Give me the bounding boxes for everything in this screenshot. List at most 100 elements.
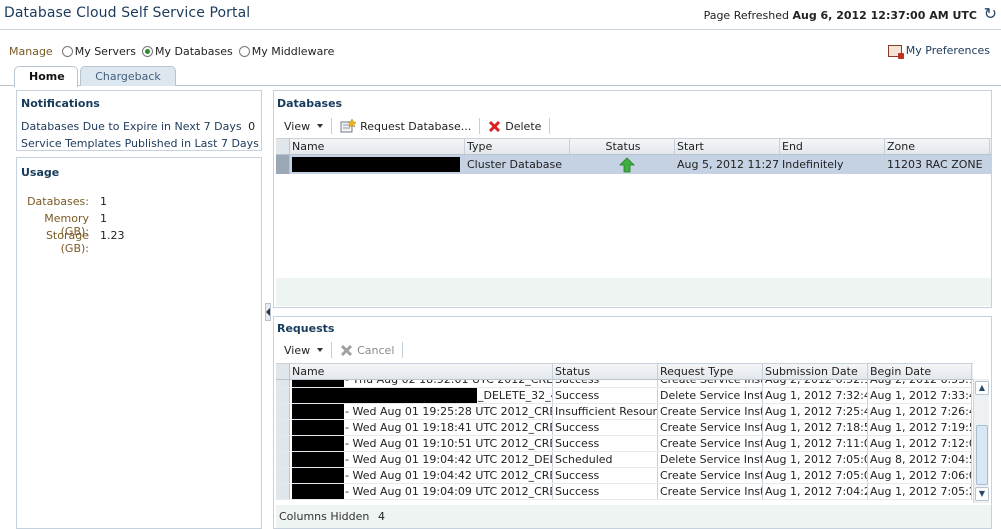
- db-start-cell: Aug 5, 2012 11:27:28: [675, 155, 780, 174]
- request-name-cell[interactable]: _DELETE_32_45: [290, 388, 553, 403]
- refresh-icon[interactable]: ↻: [984, 6, 997, 22]
- request-status-cell: Success: [553, 420, 658, 435]
- table-header-row: Name Type Status Start End Zone: [276, 139, 991, 155]
- column-header-name[interactable]: Name: [290, 364, 553, 379]
- request-name-cell[interactable]: - Wed Aug 01 19:18:41 UTC 2012_CREATE_: [290, 420, 553, 435]
- request-status-cell: Success: [553, 468, 658, 483]
- row-selector[interactable]: [276, 468, 290, 483]
- databases-panel: Databases View Request Database... Delet…: [273, 90, 992, 308]
- redacted-name: [292, 468, 344, 483]
- notification-label[interactable]: Databases Due to Expire in Next 7 Days: [21, 120, 242, 133]
- column-header-request-type[interactable]: Request Type: [658, 364, 763, 379]
- request-name: - Wed Aug 01 19:04:42 UTC 2012_CREATE_: [345, 469, 552, 482]
- redacted-name: [292, 452, 344, 467]
- select-all-cell[interactable]: [276, 364, 290, 379]
- request-status-cell: Insufficient Resource: [555, 404, 658, 419]
- requests-scrollbar[interactable]: ▲ ▼: [973, 379, 989, 503]
- collapse-arrow-icon[interactable]: [266, 308, 270, 316]
- begin-date-cell: Aug 1, 2012 7:33:46: [870, 388, 972, 403]
- table-row[interactable]: Cluster Database Aug 5, 2012 11:27:28 In…: [276, 155, 991, 174]
- column-header-status[interactable]: Status: [553, 364, 658, 379]
- row-selector[interactable]: [276, 155, 290, 174]
- column-header-submission-date[interactable]: Submission Date: [763, 364, 868, 379]
- usage-value: 1.23: [100, 229, 125, 242]
- request-name-cell[interactable]: - Wed Aug 01 19:04:42 UTC 2012_CREATE_: [290, 468, 553, 483]
- cancel-button[interactable]: Cancel: [332, 340, 402, 360]
- db-name-cell[interactable]: [290, 155, 465, 174]
- delete-label: Delete: [505, 119, 542, 133]
- request-database-label: Request Database...: [360, 119, 472, 133]
- begin-date-cell: Aug 8, 2012 7:04:54: [870, 452, 972, 467]
- view-menu-button[interactable]: View: [276, 116, 331, 136]
- requests-table: Name Status Request Type Submission Date…: [276, 363, 973, 502]
- column-header-zone[interactable]: Zone: [885, 139, 990, 154]
- request-name-cell[interactable]: - Wed Aug 01 19:04:09 UTC 2012_CREATE_: [290, 484, 553, 499]
- delete-button[interactable]: Delete: [480, 116, 549, 136]
- request-type-cell: Create Service Instan: [658, 420, 763, 435]
- select-all-cell[interactable]: [276, 139, 290, 154]
- submission-date-cell: Aug 1, 2012 7:11:04: [765, 436, 868, 451]
- table-row[interactable]: - Wed Aug 01 19:04:42 UTC 2012_DELETE_Sc…: [276, 452, 973, 468]
- refresh-time: Aug 6, 2012 12:37:00 AM UTC: [792, 9, 977, 22]
- usage-panel: Usage Databases: 1 Memory (GB): 1 Storag…: [16, 157, 262, 529]
- scrollbar-thumb[interactable]: [976, 425, 988, 485]
- preferences-label[interactable]: My Preferences: [906, 44, 990, 57]
- view-menu-button[interactable]: View: [276, 340, 331, 360]
- row-selector[interactable]: [276, 484, 290, 499]
- request-database-button[interactable]: Request Database...: [332, 116, 479, 136]
- table-row[interactable]: - Wed Aug 01 19:25:28 UTC 2012_CREATE_In…: [276, 404, 973, 420]
- db-end-cell: Indefinitely: [780, 155, 885, 174]
- table-row[interactable]: - Thu Aug 02 18:52:01 UTC 2012_CREATE_Su…: [276, 380, 973, 388]
- redacted-name: [292, 388, 477, 403]
- request-name-cell[interactable]: - Thu Aug 02 18:52:01 UTC 2012_CREATE_: [290, 380, 553, 387]
- status-up-arrow-icon: [619, 157, 635, 173]
- table-row[interactable]: - Wed Aug 01 19:18:41 UTC 2012_CREATE_Su…: [276, 420, 973, 436]
- request-name-cell[interactable]: - Wed Aug 01 19:10:51 UTC 2012_CREATE_: [290, 436, 553, 451]
- table-row[interactable]: _DELETE_32_45SuccessDelete Service Insta…: [276, 388, 973, 404]
- row-selector[interactable]: [276, 388, 290, 403]
- request-name-cell[interactable]: - Wed Aug 01 19:04:42 UTC 2012_DELETE_: [290, 452, 553, 467]
- radio-icon[interactable]: [238, 45, 250, 57]
- row-selector[interactable]: [276, 404, 290, 419]
- databases-table: Name Type Status Start End Zone Cluster …: [276, 138, 991, 174]
- my-preferences-link[interactable]: My Preferences: [887, 44, 990, 59]
- redacted-name: [292, 436, 344, 451]
- column-header-start[interactable]: Start: [675, 139, 780, 154]
- notification-item[interactable]: Service Templates Published in Last 7 Da…: [21, 137, 261, 150]
- column-header-status[interactable]: Status: [570, 139, 675, 154]
- app-title: Database Cloud Self Service Portal: [4, 5, 251, 21]
- table-row[interactable]: - Wed Aug 01 19:04:09 UTC 2012_CREATE_Su…: [276, 484, 973, 500]
- scroll-down-icon[interactable]: ▼: [975, 487, 989, 501]
- scroll-up-icon[interactable]: ▲: [975, 381, 989, 395]
- table-row[interactable]: - Wed Aug 01 19:04:42 UTC 2012_CREATE_Su…: [276, 468, 973, 484]
- column-header-name[interactable]: Name: [290, 139, 465, 154]
- request-name: - Wed Aug 01 19:04:42 UTC 2012_DELETE_: [345, 453, 552, 466]
- toolbar-divider: [402, 342, 404, 358]
- tab-chargeback[interactable]: Chargeback: [80, 66, 176, 86]
- usage-value: 1: [100, 212, 107, 225]
- radio-icon[interactable]: [61, 45, 73, 57]
- request-status-cell: Success: [553, 380, 658, 387]
- column-header-type[interactable]: Type: [465, 139, 570, 154]
- row-selector[interactable]: [276, 452, 290, 467]
- row-selector[interactable]: [276, 436, 290, 451]
- begin-date-cell: Aug 1, 2012 7:26:41: [870, 404, 972, 419]
- table-row[interactable]: - Wed Aug 01 19:10:51 UTC 2012_CREATE_Su…: [276, 436, 973, 452]
- usage-label: Databases:: [27, 195, 89, 208]
- chevron-down-icon: [317, 348, 324, 352]
- radio-my-databases[interactable]: My Databases: [142, 45, 233, 58]
- tab-home[interactable]: Home: [14, 66, 78, 87]
- radio-my-middleware[interactable]: My Middleware: [238, 45, 334, 58]
- column-header-begin-date[interactable]: Begin Date: [868, 364, 972, 379]
- notification-item[interactable]: Databases Due to Expire in Next 7 Days 0: [21, 120, 255, 133]
- row-selector[interactable]: [276, 420, 290, 435]
- redacted-name: [292, 404, 344, 419]
- row-selector[interactable]: [276, 380, 290, 387]
- radio-my-servers[interactable]: My Servers: [61, 45, 136, 58]
- redacted-name: [292, 484, 344, 499]
- column-header-end[interactable]: End: [780, 139, 885, 154]
- notification-label[interactable]: Service Templates Published in Last 7 Da…: [21, 137, 259, 150]
- begin-date-cell: Aug 1, 2012 7:19:55: [870, 420, 972, 435]
- radio-selected-icon[interactable]: [142, 45, 154, 57]
- request-name-cell[interactable]: - Wed Aug 01 19:25:28 UTC 2012_CREATE_: [290, 404, 553, 419]
